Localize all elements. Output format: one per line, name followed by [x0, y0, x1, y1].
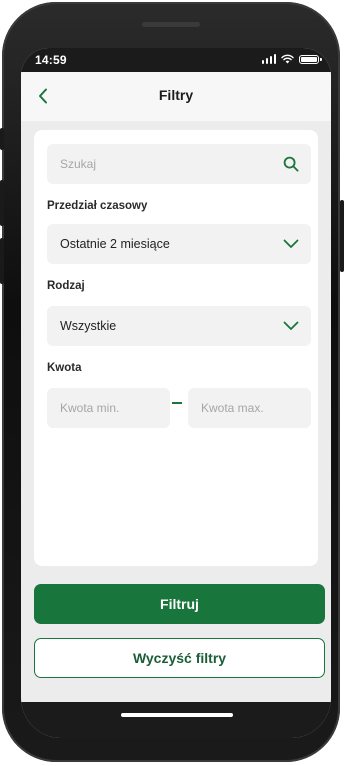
time-range-value: Ostatnie 2 miesiące [60, 237, 170, 251]
power-button [340, 200, 344, 272]
page-title: Filtry [158, 87, 194, 103]
filter-card: Szukaj Przedział czasowy Ostatnie 2 mies… [34, 130, 318, 566]
type-value: Wszystkie [60, 319, 117, 333]
app-screen: 14:59 Filtry Szukaj Przedział czasowy Os… [21, 48, 331, 738]
status-bar: 14:59 [21, 48, 331, 72]
nav-header: Filtry [21, 72, 331, 121]
battery-icon [299, 54, 322, 64]
type-select[interactable]: Wszystkie [47, 306, 311, 346]
time-range-select[interactable]: Ostatnie 2 miesiące [47, 224, 311, 264]
chevron-down-icon [283, 321, 299, 330]
volume-down-button [0, 238, 4, 284]
type-label: Rodzaj [47, 280, 85, 292]
time-range-label: Przedział czasowy [47, 200, 148, 212]
status-time: 14:59 [35, 53, 67, 67]
home-indicator[interactable] [121, 713, 233, 717]
chevron-down-icon [283, 239, 299, 248]
amount-label: Kwota [47, 362, 82, 374]
search-field[interactable]: Szukaj [47, 144, 311, 184]
search-icon[interactable] [283, 156, 299, 172]
volume-up-button [0, 180, 4, 226]
device-mockup: 14:59 Filtry Szukaj Przedział czasowy Os… [0, 0, 344, 766]
search-input[interactable]: Szukaj [60, 157, 283, 171]
amount-max-input[interactable]: Kwota max. [188, 388, 311, 428]
clear-filters-button[interactable]: Wyczyść filtry [34, 638, 325, 678]
earpiece-speaker [142, 22, 200, 27]
amount-range-dash [172, 402, 182, 404]
apply-filters-button[interactable]: Filtruj [34, 584, 325, 624]
home-indicator-bar [21, 702, 331, 738]
status-icons [261, 54, 322, 64]
wifi-icon [281, 54, 294, 64]
cellular-signal-icon [261, 54, 276, 64]
silent-switch [0, 128, 4, 150]
amount-min-input[interactable]: Kwota min. [47, 388, 170, 428]
